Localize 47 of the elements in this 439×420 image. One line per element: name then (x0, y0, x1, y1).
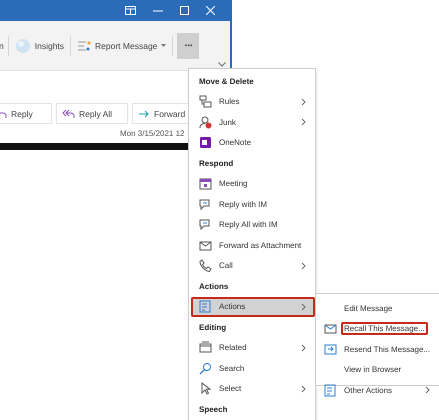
submenu-item[interactable]: View in Browser (341, 363, 404, 376)
menu-item[interactable]: Forward as Attachment (191, 235, 315, 256)
menu-item[interactable]: Related (191, 338, 315, 358)
insights-button[interactable]: Insights (12, 34, 66, 58)
chat-icon (199, 218, 212, 232)
minimize-icon[interactable] (153, 10, 163, 12)
reply-all-button[interactable]: Reply All (56, 103, 128, 124)
menu-item[interactable]: Actions (191, 296, 315, 317)
person-icon (199, 116, 212, 129)
submenu-item[interactable]: Edit Message (341, 302, 396, 315)
collapse-icon[interactable] (218, 62, 226, 67)
menu-item[interactable]: Reply with IM (191, 194, 315, 214)
menu-item[interactable]: Reply All with IM (191, 214, 315, 235)
section-heading: Actions (199, 282, 228, 291)
form-icon (324, 384, 337, 397)
reply-button[interactable]: Reply (0, 103, 52, 124)
globe-icon (14, 38, 31, 54)
section-heading: Speech (199, 404, 228, 414)
menu-item[interactable]: Call (191, 256, 315, 276)
reply-all-icon (62, 108, 75, 118)
search-icon (199, 362, 212, 375)
message-date: Mon 3/15/2021 12 (120, 129, 184, 138)
menu-item[interactable]: Select (191, 378, 315, 399)
section-heading: Respond (199, 158, 234, 168)
menu-item[interactable]: OneNote (191, 132, 315, 153)
forward-icon (138, 108, 150, 118)
phone-icon (199, 259, 212, 272)
report-message-button[interactable]: Report Message (75, 36, 168, 56)
maximize-icon[interactable] (180, 6, 189, 15)
section-heading: Move & Delete (199, 76, 254, 86)
calendar-icon (199, 177, 212, 190)
close-icon[interactable] (206, 6, 215, 15)
more-button[interactable]: ··· (177, 32, 200, 58)
submenu-item[interactable]: Resend This Message... (341, 342, 434, 356)
rules-icon (199, 95, 212, 108)
notebook-icon (199, 136, 212, 150)
chat-icon (199, 198, 212, 211)
report-icon (77, 40, 92, 52)
submenu-item[interactable]: Other Actions (341, 384, 396, 397)
pointer-icon (199, 382, 212, 396)
menu-item[interactable]: Search (191, 358, 315, 378)
form-icon (199, 300, 212, 314)
submenu-item[interactable]: Recall This Message... (341, 322, 428, 336)
menu-item[interactable]: Meeting (191, 174, 315, 194)
section-heading: Editing (199, 322, 226, 332)
caret-icon (161, 44, 166, 47)
ribbon-display-icon[interactable] (125, 6, 136, 15)
